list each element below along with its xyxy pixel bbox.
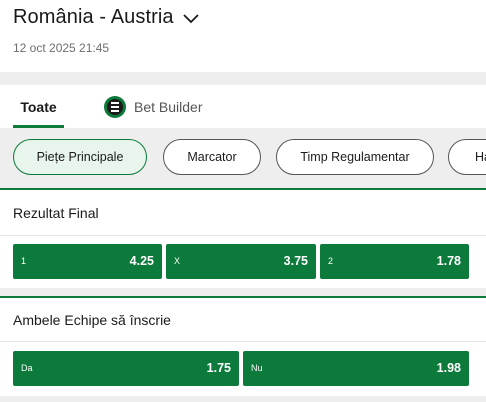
divider [0,72,486,85]
match-datetime: 12 oct 2025 21:45 [13,41,110,55]
odds-button-no[interactable]: Nu 1.98 [243,351,469,386]
odds-button-2[interactable]: 2 1.78 [320,244,469,279]
bet-builder-icon [104,95,126,118]
outcome-odds: 1.98 [436,361,461,375]
tab-bet-builder-label: Bet Builder [134,98,203,115]
outcome-odds: 4.25 [129,254,154,268]
outcome-label: 1 [21,256,27,266]
divider [0,288,486,296]
market-both-teams-score: Ambele Echipe să înscrie Da 1.75 Nu 1.98 [0,296,486,396]
odds-button-yes[interactable]: Da 1.75 [13,351,239,386]
outcome-odds: 1.75 [206,361,231,375]
outcome-odds: 3.75 [283,254,308,268]
divider [0,396,486,402]
filter-label: Piețe Principale [36,150,124,164]
filter-label: Marcator [187,150,237,164]
chevron-down-icon [183,14,199,24]
filter-label: Ha [475,150,486,164]
section-separator [0,235,486,236]
tab-bet-builder[interactable]: Bet Builder [104,85,202,128]
section-accent-line [0,188,486,190]
filter-scorer[interactable]: Marcator [163,139,261,175]
match-header: România - Austria 12 oct 2025 21:45 [0,0,486,72]
market-title: Ambele Echipe să înscrie [13,312,171,328]
outcome-odds: 1.78 [436,254,461,268]
outcome-label: Da [21,363,33,373]
market-final-result: Rezultat Final 1 4.25 X 3.75 2 1.78 [0,188,486,288]
filter-main-markets[interactable]: Piețe Principale [13,139,147,175]
match-title: România - Austria [13,6,174,28]
outcome-label: 2 [328,256,334,266]
market-tabs: Toate Bet Builder [0,85,486,128]
odds-button-1[interactable]: 1 4.25 [13,244,162,279]
filter-regular-time[interactable]: Timp Regulamentar [276,139,434,175]
market-title: Rezultat Final [13,205,99,221]
section-accent-line [0,296,486,298]
outcome-label: Nu [251,363,263,373]
tab-all-label: Toate [20,98,57,115]
match-title-dropdown[interactable]: România - Austria [13,6,200,29]
section-separator [0,341,486,342]
filter-label: Timp Regulamentar [300,150,410,164]
filter-partial[interactable]: Ha [448,139,486,175]
outcome-label: X [174,256,181,266]
tab-all[interactable]: Toate [13,85,64,128]
odds-button-x[interactable]: X 3.75 [166,244,316,279]
